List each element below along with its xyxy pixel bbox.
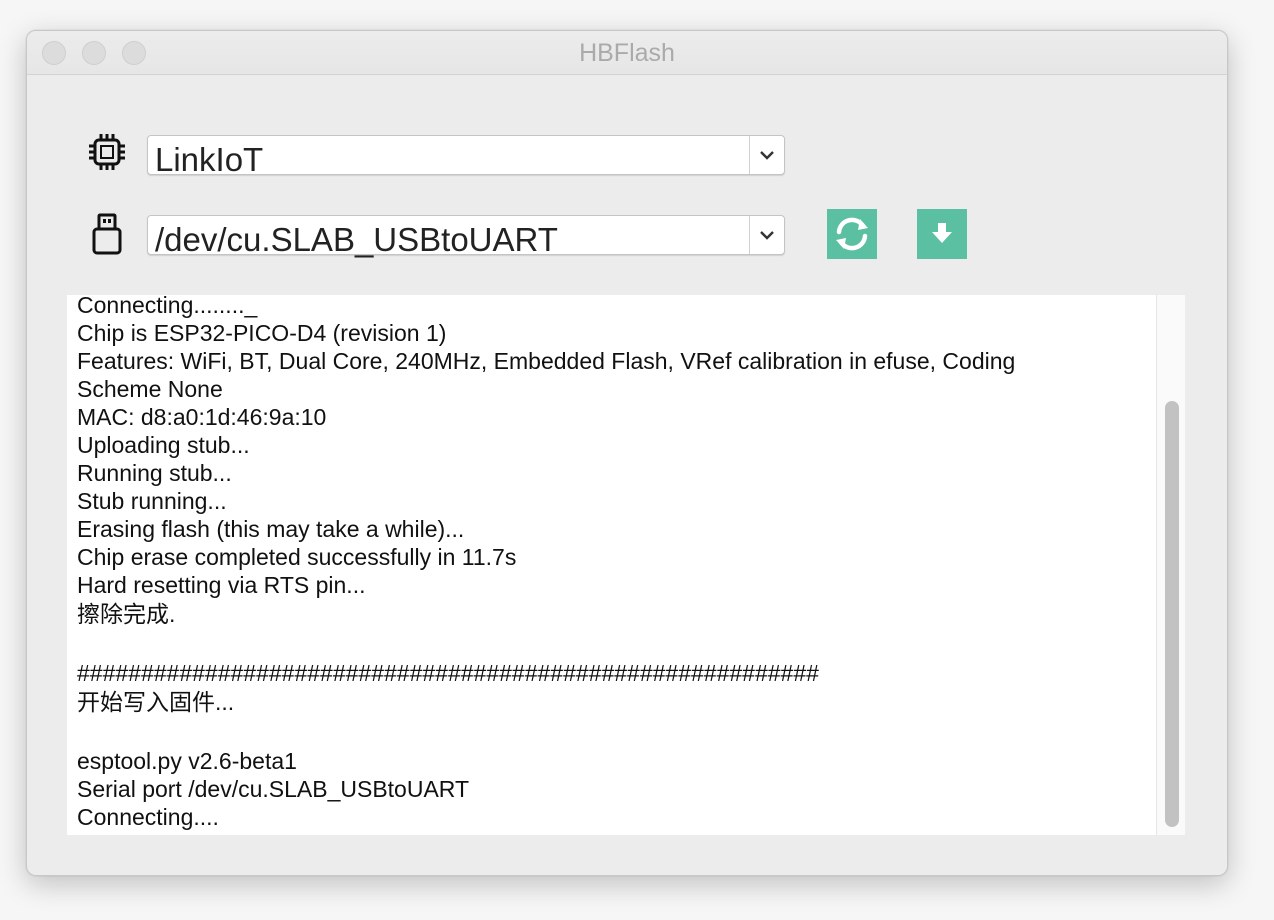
download-icon <box>932 223 952 243</box>
log-line: Uploading stub... <box>77 432 250 458</box>
log-line: Connecting........_ <box>77 295 258 318</box>
chevron-down-icon <box>760 151 774 160</box>
log-line: Hard resetting via RTS pin... <box>77 572 366 598</box>
app-window: HBFlash LinkIoT /dev/cu.SLAB_USBtoUART C… <box>26 30 1228 876</box>
title-bar[interactable]: HBFlash <box>27 31 1227 75</box>
log-output[interactable]: Connecting........_ Chip is ESP32-PICO-D… <box>67 295 1185 835</box>
refresh-icon <box>836 217 868 251</box>
chip-icon <box>87 131 127 175</box>
log-line: 开始写入固件... <box>77 689 235 715</box>
log-line: Connecting.... <box>77 804 219 830</box>
port-select-value: /dev/cu.SLAB_USBtoUART <box>155 221 558 258</box>
log-line: ########################################… <box>77 660 819 686</box>
log-line <box>77 629 1147 659</box>
log-line: Chip is ESP32-PICO-D4 (revision 1) <box>77 320 447 346</box>
log-line: Running stub... <box>77 460 232 486</box>
log-line: Erasing flash (this may take a while)... <box>77 516 465 542</box>
log-line: MAC: d8:a0:1d:46:9a:10 <box>77 404 327 430</box>
log-line: Chip erase completed successfully in 11.… <box>77 544 517 570</box>
log-line: esptool.py v2.6-beta1 <box>77 748 297 774</box>
log-line: Scheme None <box>77 376 223 402</box>
log-scrollbar-thumb[interactable] <box>1165 401 1179 827</box>
flash-download-button[interactable] <box>917 209 967 259</box>
chevron-down-icon <box>760 231 774 240</box>
log-line: Serial port /dev/cu.SLAB_USBtoUART <box>77 776 470 802</box>
log-line: Features: WiFi, BT, Dual Core, 240MHz, E… <box>77 348 1016 374</box>
refresh-ports-button[interactable] <box>827 209 877 259</box>
window-title: HBFlash <box>579 39 675 67</box>
device-select-arrow[interactable] <box>749 136 784 174</box>
usb-icon <box>87 211 127 255</box>
log-line: 擦除完成. <box>77 601 176 627</box>
port-select-arrow[interactable] <box>749 216 784 254</box>
port-select[interactable]: /dev/cu.SLAB_USBtoUART <box>147 215 785 258</box>
log-scrollbar[interactable] <box>1156 295 1185 835</box>
device-select-value: LinkIoT <box>155 141 264 178</box>
device-select[interactable]: LinkIoT <box>147 135 785 178</box>
log-lines: Connecting........_ Chip is ESP32-PICO-D… <box>77 295 1147 831</box>
log-line <box>77 717 1147 747</box>
log-line: Stub running... <box>77 488 227 514</box>
